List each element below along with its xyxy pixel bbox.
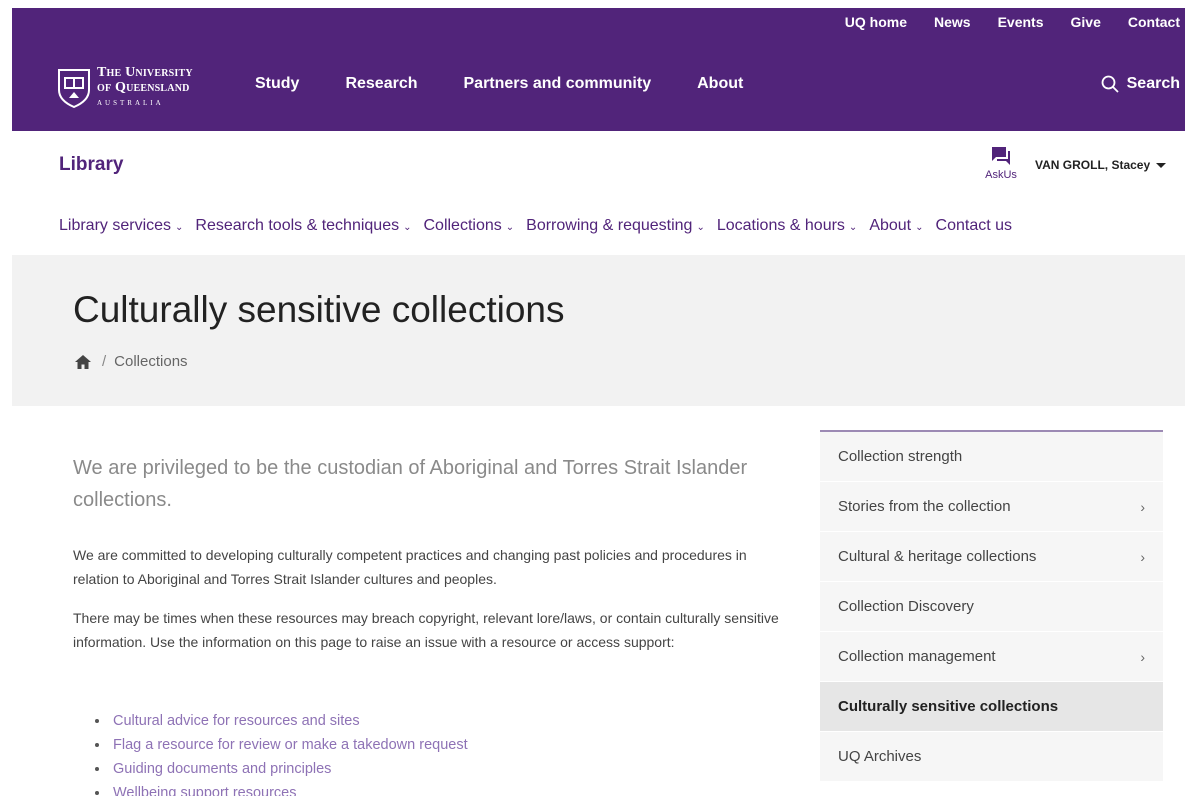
user-name: VAN GROLL, Stacey (1035, 158, 1151, 172)
link-cultural-advice[interactable]: Cultural advice for resources and sites (113, 709, 360, 733)
sidebar-item-collection-discovery[interactable]: Collection Discovery (820, 582, 1163, 632)
sidebar-item-label: UQ Archives (838, 748, 922, 765)
utility-link-give[interactable]: Give (1071, 14, 1101, 30)
utility-link-news[interactable]: News (934, 14, 971, 30)
chevron-down-icon: ⌄ (403, 221, 412, 233)
chevron-down-icon: ⌄ (175, 221, 184, 233)
section-sidebar-nav: Collection strength Stories from the col… (820, 430, 1163, 782)
uq-logo[interactable]: The University of Queensland AUSTRALIA (57, 65, 193, 111)
sidebar-item-culturally-sensitive[interactable]: Culturally sensitive collections (820, 682, 1163, 732)
sidebar-item-stories[interactable]: Stories from the collection › (820, 482, 1163, 532)
list-item: Cultural advice for resources and sites (95, 709, 468, 733)
body-paragraph: There may be times when these resources … (73, 610, 779, 650)
sidebar-item-label: Culturally sensitive collections (838, 698, 1059, 715)
breadcrumb-collections[interactable]: Collections (114, 353, 187, 370)
utility-link-uq-home[interactable]: UQ home (845, 14, 907, 30)
sidebar-item-collection-management[interactable]: Collection management › (820, 632, 1163, 682)
home-icon[interactable] (74, 354, 92, 370)
sidebar-item-label: Stories from the collection (838, 498, 1011, 515)
bullet (95, 767, 99, 771)
search-button[interactable]: Search (1101, 75, 1180, 93)
utility-link-events[interactable]: Events (998, 14, 1044, 30)
search-icon (1101, 75, 1119, 93)
library-nav-label: Collections (423, 217, 502, 234)
link-wellbeing-support[interactable]: Wellbeing support resources (113, 781, 297, 796)
main-nav-partners[interactable]: Partners and community (464, 74, 652, 94)
list-item: Wellbeing support resources (95, 781, 468, 796)
utility-link-contact[interactable]: Contact (1128, 14, 1180, 30)
main-nav-research[interactable]: Research (345, 74, 417, 94)
library-nav-label: Contact us (935, 217, 1012, 234)
library-nav-about[interactable]: About ⌄ (869, 217, 923, 235)
library-nav-contact-us[interactable]: Contact us (936, 217, 1012, 235)
sidebar-item-uq-archives[interactable]: UQ Archives (820, 732, 1163, 782)
sidebar-item-cultural-heritage[interactable]: Cultural & heritage collections › (820, 532, 1163, 582)
search-label: Search (1126, 75, 1180, 92)
uq-header: UQ home News Events Give Contact The Uni… (12, 8, 1185, 131)
library-nav-label: Locations & hours (716, 217, 845, 234)
bullet (95, 719, 99, 723)
list-item: Guiding documents and principles (95, 757, 468, 781)
library-nav-label: Library services (59, 217, 172, 234)
utility-nav: UQ home News Events Give Contact (823, 8, 1185, 36)
library-nav-label: Research tools & techniques (195, 217, 400, 234)
askus-label: AskUs (985, 169, 1017, 181)
intro-text: We are privileged to be the custodian of… (73, 457, 748, 511)
sidebar-item-label: Cultural & heritage collections (838, 548, 1037, 565)
chat-icon (992, 147, 1010, 165)
library-nav-collections[interactable]: Collections ⌄ (423, 217, 514, 235)
logo-line-3: AUSTRALIA (97, 99, 164, 107)
list-item: Flag a resource for review or make a tak… (95, 733, 468, 757)
chevron-right-icon: › (1140, 648, 1145, 665)
breadcrumb: / Collections (74, 353, 188, 370)
askus-button[interactable]: AskUs (981, 146, 1021, 181)
page-title: Culturally sensitive collections (73, 289, 565, 330)
breadcrumb-separator: / (102, 353, 107, 370)
sidebar-item-label: Collection Discovery (838, 598, 974, 615)
library-nav: Library services ⌄ Research tools & techn… (59, 217, 1024, 235)
chevron-down-icon: ⌄ (915, 221, 924, 233)
library-nav-library-services[interactable]: Library services ⌄ (59, 217, 183, 235)
library-nav-label: About (869, 217, 912, 234)
support-links-list: Cultural advice for resources and sites … (95, 709, 468, 796)
bullet (95, 743, 99, 747)
library-nav-label: Borrowing & requesting (526, 217, 693, 234)
chevron-down-icon: ⌄ (505, 221, 515, 233)
main-nav-about[interactable]: About (697, 74, 743, 94)
chevron-down-icon: ⌄ (696, 221, 705, 233)
main-nav-study[interactable]: Study (255, 74, 299, 94)
caret-down-icon (1156, 162, 1167, 168)
sidebar-item-label: Collection management (838, 648, 996, 665)
logo-line-1: The University (97, 65, 193, 80)
chevron-right-icon: › (1140, 498, 1145, 515)
chevron-right-icon: › (1140, 548, 1145, 565)
body-paragraph: We are committed to developing culturall… (73, 547, 747, 587)
library-nav-research-tools[interactable]: Research tools & techniques ⌄ (195, 217, 411, 235)
library-nav-locations[interactable]: Locations & hours ⌄ (717, 217, 857, 235)
user-menu[interactable]: VAN GROLL, Stacey (1035, 158, 1167, 172)
logo-line-2: of Queensland (97, 80, 190, 95)
link-flag-resource[interactable]: Flag a resource for review or make a tak… (113, 733, 468, 757)
main-nav: Study Research Partners and community Ab… (255, 74, 789, 94)
uq-crest-icon (58, 69, 90, 108)
bullet (95, 791, 99, 795)
library-nav-borrowing[interactable]: Borrowing & requesting ⌄ (526, 217, 705, 235)
sidebar-item-label: Collection strength (838, 448, 963, 465)
page-hero: Culturally sensitive collections / Colle… (12, 255, 1185, 406)
link-guiding-documents[interactable]: Guiding documents and principles (113, 757, 331, 781)
library-title[interactable]: Library (59, 154, 123, 176)
sidebar-item-collection-strength[interactable]: Collection strength (820, 432, 1163, 482)
chevron-down-icon: ⌄ (848, 221, 858, 233)
